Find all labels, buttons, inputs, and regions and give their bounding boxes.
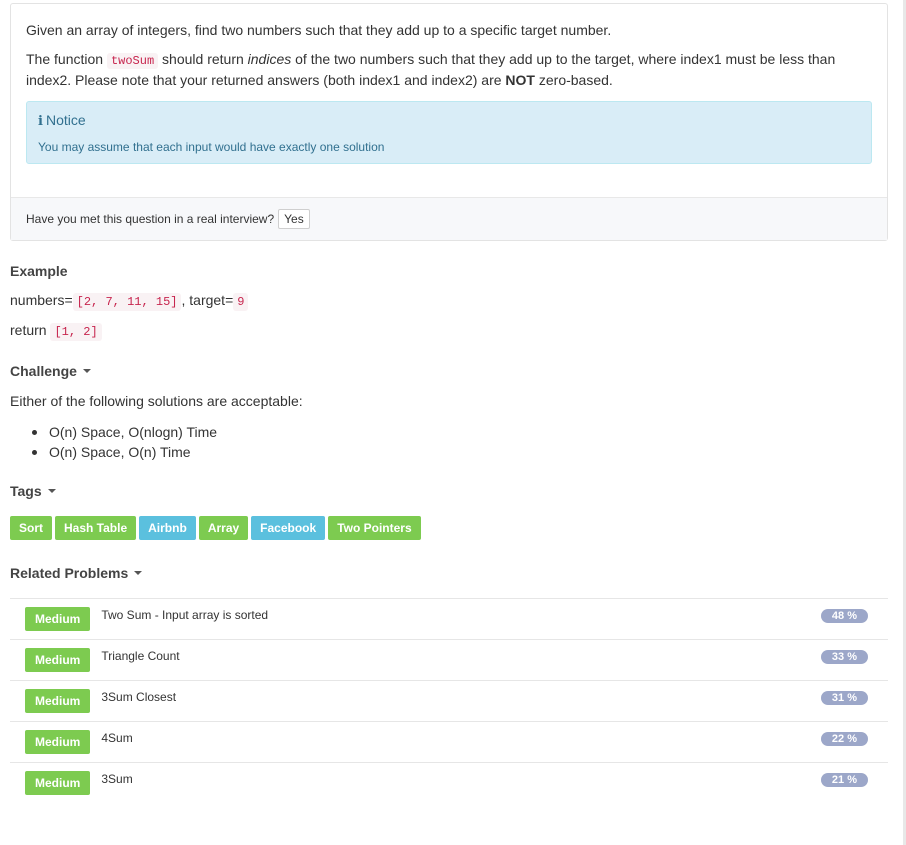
related-problem-row[interactable]: Medium 3Sum Closest 31 % — [10, 680, 888, 721]
acceptance-badge: 33 % — [820, 650, 868, 664]
example-numbers-code: [2, 7, 11, 15] — [72, 293, 182, 311]
details-text-4: zero-based. — [534, 72, 613, 88]
details-strong: NOT — [505, 72, 535, 88]
interview-footer: Have you met this question in a real int… — [11, 197, 887, 240]
caret-down-icon — [82, 369, 91, 374]
details-text-2: should return — [158, 51, 248, 67]
notice-text: You may assume that each input would hav… — [38, 140, 385, 154]
difficulty-badge: Medium — [25, 771, 91, 795]
tag-array[interactable]: Array — [198, 516, 249, 540]
challenge-toggle[interactable]: Challenge — [10, 363, 91, 379]
acceptance-badge: 22 % — [820, 732, 868, 746]
challenge-item: O(n) Space, O(n) Time — [32, 442, 217, 462]
tags-list: Sort Hash Table Airbnb Array Facebook Tw… — [10, 516, 421, 540]
tag-facebook[interactable]: Facebook — [251, 516, 326, 540]
difficulty-badge: Medium — [25, 730, 91, 754]
challenge-item: O(n) Space, O(nlogn) Time — [32, 422, 217, 442]
difficulty-badge: Medium — [25, 648, 91, 672]
difficulty-badge: Medium — [25, 607, 91, 631]
function-name-code: twoSum — [106, 53, 159, 69]
example-return-label: return — [10, 322, 47, 338]
example-input-label: numbers= — [10, 292, 73, 308]
details-emphasis: indices — [247, 51, 292, 67]
problem-details: The function twoSum should return indice… — [26, 50, 872, 90]
notice-title: i Notice — [38, 111, 860, 131]
related-problems-title: Related Problems — [10, 565, 129, 581]
info-icon: i — [38, 114, 43, 129]
problem-name-link[interactable]: Two Sum - Input array is sorted — [101, 608, 268, 622]
example-input-line: numbers= [2, 7, 11, 15], target= 9 — [10, 292, 249, 311]
tags-title: Tags — [10, 483, 42, 499]
example-target-code: 9 — [233, 293, 249, 311]
challenge-list: O(n) Space, O(nlogn) Time O(n) Space, O(… — [32, 422, 217, 462]
notice-box: i Notice You may assume that each input w… — [26, 101, 872, 164]
tag-sort[interactable]: Sort — [10, 516, 52, 540]
problem-name-link[interactable]: 4Sum — [101, 731, 132, 745]
problem-name-link[interactable]: 3Sum — [101, 772, 132, 786]
caret-down-icon — [47, 489, 56, 494]
tag-airbnb[interactable]: Airbnb — [139, 516, 196, 540]
tag-hash-table[interactable]: Hash Table — [55, 516, 137, 540]
yes-button[interactable]: Yes — [278, 209, 310, 229]
problem-name-link[interactable]: 3Sum Closest — [101, 690, 176, 704]
related-problem-row[interactable]: Medium 4Sum 22 % — [10, 721, 888, 762]
challenge-intro: Either of the following solutions are ac… — [10, 393, 303, 409]
panel-body: Given an array of integers, find two num… — [11, 4, 887, 197]
related-problems-list: Medium Two Sum - Input array is sorted 4… — [10, 598, 888, 803]
difficulty-badge: Medium — [25, 689, 91, 713]
tags-toggle[interactable]: Tags — [10, 483, 56, 499]
problem-name-link[interactable]: Triangle Count — [101, 649, 179, 663]
related-problem-row[interactable]: Medium 3Sum 21 % — [10, 762, 888, 803]
challenge-title: Challenge — [10, 363, 77, 379]
caret-down-icon — [134, 571, 143, 576]
example-output-line: return [1, 2] — [10, 322, 102, 341]
related-problem-row[interactable]: Medium Triangle Count 33 % — [10, 639, 888, 680]
acceptance-badge: 21 % — [820, 773, 868, 787]
tag-two-pointers[interactable]: Two Pointers — [328, 516, 421, 540]
problem-intro: Given an array of integers, find two num… — [26, 22, 612, 38]
details-text-1: The function — [26, 51, 107, 67]
interview-question: Have you met this question in a real int… — [26, 212, 275, 226]
example-title: Example — [10, 263, 68, 279]
notice-title-text: Notice — [45, 112, 86, 128]
example-return-code: [1, 2] — [50, 323, 102, 341]
related-problem-row[interactable]: Medium Two Sum - Input array is sorted 4… — [10, 598, 888, 639]
related-problems-toggle[interactable]: Related Problems — [10, 565, 143, 581]
acceptance-badge: 31 % — [820, 691, 868, 705]
problem-description-panel: Given an array of integers, find two num… — [10, 3, 888, 241]
example-target-label: , target= — [181, 292, 234, 308]
acceptance-badge: 48 % — [820, 609, 868, 623]
